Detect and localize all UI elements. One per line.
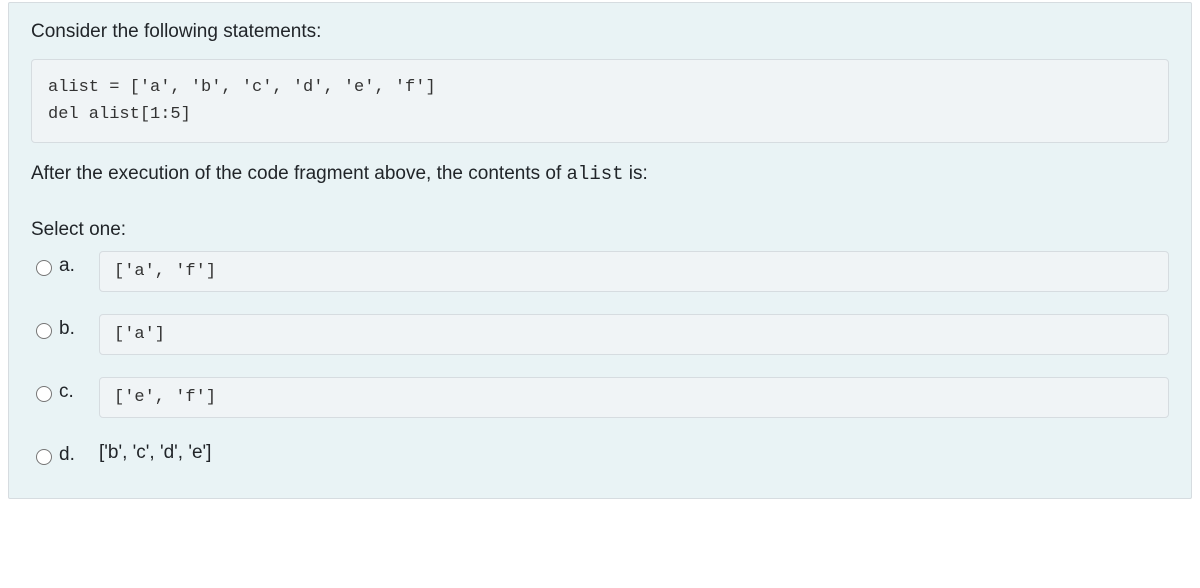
radio-b[interactable] <box>36 323 52 339</box>
question-intro: Consider the following statements: <box>31 21 1169 43</box>
select-one-label: Select one: <box>31 219 1169 241</box>
question-container: Consider the following statements: alist… <box>8 2 1192 499</box>
option-letter-c: c. <box>59 377 99 403</box>
option-text-d: ['b', 'c', 'd', 'e'] <box>99 440 1169 464</box>
question-after-text: After the execution of the code fragment… <box>31 163 1169 185</box>
option-content-d: ['b', 'c', 'd', 'e'] <box>99 440 1169 464</box>
radio-cell-d <box>31 440 59 470</box>
option-letter-d: d. <box>59 440 99 466</box>
question-code-block: alist = ['a', 'b', 'c', 'd', 'e', 'f'] d… <box>31 59 1169 143</box>
option-letter-a: a. <box>59 251 99 277</box>
option-row-d: d. ['b', 'c', 'd', 'e'] <box>31 440 1169 470</box>
option-content-a: ['a', 'f'] <box>99 251 1169 292</box>
radio-a[interactable] <box>36 260 52 276</box>
option-content-b: ['a'] <box>99 314 1169 355</box>
after-var: alist <box>567 163 624 185</box>
radio-d[interactable] <box>36 449 52 465</box>
option-code-a: ['a', 'f'] <box>99 251 1169 292</box>
option-code-c: ['e', 'f'] <box>99 377 1169 418</box>
after-pre: After the execution of the code fragment… <box>31 163 567 184</box>
radio-cell-b <box>31 314 59 344</box>
option-row-b: b. ['a'] <box>31 314 1169 355</box>
option-row-a: a. ['a', 'f'] <box>31 251 1169 292</box>
radio-c[interactable] <box>36 386 52 402</box>
option-row-c: c. ['e', 'f'] <box>31 377 1169 418</box>
option-letter-b: b. <box>59 314 99 340</box>
after-post: is: <box>624 163 648 184</box>
option-content-c: ['e', 'f'] <box>99 377 1169 418</box>
radio-cell-a <box>31 251 59 281</box>
radio-cell-c <box>31 377 59 407</box>
option-code-b: ['a'] <box>99 314 1169 355</box>
